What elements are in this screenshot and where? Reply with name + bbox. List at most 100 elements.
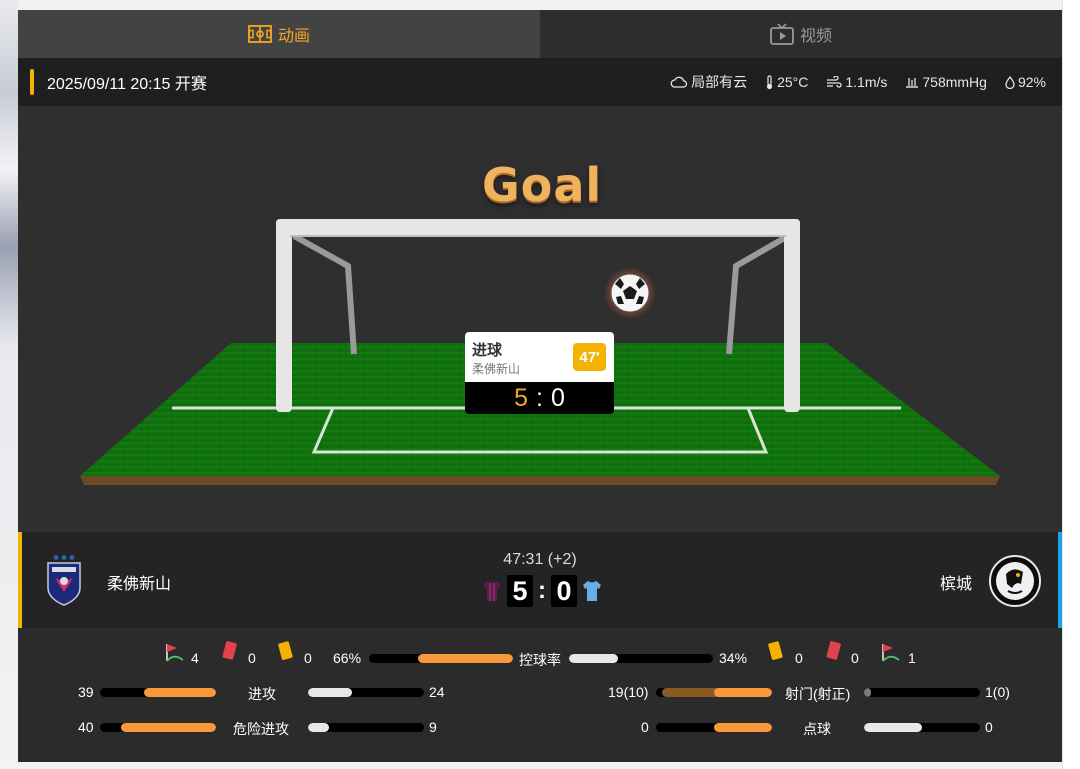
home-attacks-fill xyxy=(144,688,216,697)
home-possession: 66% xyxy=(333,650,362,666)
home-team-logo[interactable] xyxy=(44,554,84,606)
weather-label: 局部有云 xyxy=(691,74,748,90)
goal-back-left xyxy=(292,233,357,355)
pressure-value: 758mmHg xyxy=(922,74,987,90)
shots-label: 射门(射正) xyxy=(785,686,851,702)
humidity: 92% xyxy=(1005,74,1046,90)
pitch-soil-edge xyxy=(80,476,1000,485)
home-shots: 19(10) xyxy=(608,684,649,700)
yellow-card-icon xyxy=(768,641,783,660)
away-dangerous-bar xyxy=(308,723,424,732)
temperature: 25°C xyxy=(765,74,808,90)
away-possession-bar xyxy=(569,654,713,663)
away-attacks-bar xyxy=(308,688,424,697)
tv-icon xyxy=(770,23,794,45)
home-penalties: 0 xyxy=(641,719,649,735)
event-score-separator: : xyxy=(536,383,543,412)
away-possession: 34% xyxy=(719,650,748,666)
home-shots-bar xyxy=(656,688,772,697)
tab-animation[interactable]: 动画 xyxy=(18,10,540,58)
tab-video-label: 视频 xyxy=(799,28,832,45)
away-corners: 1 xyxy=(908,650,916,666)
page-background-right xyxy=(1062,0,1080,769)
goal-banner: Goal xyxy=(482,158,603,212)
yellow-card-icon xyxy=(278,641,293,660)
humidity-value: 92% xyxy=(1017,74,1046,90)
goal-post-left xyxy=(276,219,292,412)
animation-area: Goal 进球 柔佛新山 47' 5 : 0 xyxy=(18,106,1062,532)
corner-flag-icon xyxy=(166,644,184,662)
home-attacks-bar xyxy=(100,688,216,697)
event-team: 柔佛新山 xyxy=(472,362,521,376)
away-attacks: 24 xyxy=(429,684,445,700)
wind-icon xyxy=(827,75,842,88)
away-shots: 1(0) xyxy=(985,684,1010,700)
droplet-icon xyxy=(1005,75,1015,89)
home-score: 5 xyxy=(507,575,533,607)
away-team-logo[interactable] xyxy=(988,554,1042,608)
kickoff-time: 2025/09/11 20:15 开赛 xyxy=(47,76,207,93)
tab-video[interactable]: 视频 xyxy=(540,10,1062,58)
event-away-score: 0 xyxy=(550,383,565,412)
soccer-ball-icon xyxy=(610,273,650,313)
home-possession-bar xyxy=(369,654,513,663)
event-home-score: 5 xyxy=(514,383,529,412)
home-accent xyxy=(18,532,22,628)
home-team-name[interactable]: 柔佛新山 xyxy=(107,570,171,594)
red-card-icon xyxy=(826,641,841,660)
pitch-icon xyxy=(248,25,272,43)
away-dangerous-attacks: 9 xyxy=(429,719,437,735)
match-stats: 4 0 0 66% 控球率 34% 0 0 1 39 进攻 24 19(10) … xyxy=(18,628,1062,762)
home-kit-icon xyxy=(483,581,501,601)
away-score: 0 xyxy=(551,575,577,607)
away-team-name[interactable]: 槟城 xyxy=(940,570,972,594)
home-penalties-bar xyxy=(656,723,772,732)
red-card-icon xyxy=(222,641,237,660)
goal-back-right xyxy=(726,233,790,355)
attacks-label: 进攻 xyxy=(248,686,276,702)
home-dangerous-bar xyxy=(100,723,216,732)
dangerous-attacks-label: 危险进攻 xyxy=(233,721,289,737)
away-penalties-fill xyxy=(864,723,922,732)
scoreboard: 柔佛新山 47:31 (+2) 5 : 0 槟城 xyxy=(18,532,1062,628)
main-score: 5 : 0 xyxy=(482,575,602,607)
weather-info: 局部有云 25°C 1.1m/s 758mmHg 92% xyxy=(670,72,1046,92)
goal-event-card: 进球 柔佛新山 47' 5 : 0 xyxy=(465,332,614,414)
home-red-cards: 0 xyxy=(248,650,256,666)
away-kit-icon xyxy=(583,581,601,601)
event-title: 进球 xyxy=(472,342,503,359)
away-attacks-fill xyxy=(308,688,353,697)
away-dangerous-fill xyxy=(308,723,330,732)
page-background-left xyxy=(0,0,18,769)
home-yellow-cards: 0 xyxy=(304,650,312,666)
away-shots-total-fill xyxy=(864,688,871,697)
goal-crossbar xyxy=(276,219,800,235)
away-accent xyxy=(1058,532,1062,628)
penalties-label: 点球 xyxy=(803,721,831,737)
score-separator: : xyxy=(538,577,546,604)
home-attacks: 39 xyxy=(78,684,94,700)
pressure: 758mmHg xyxy=(905,74,987,90)
home-dangerous-fill xyxy=(121,723,216,732)
event-score: 5 : 0 xyxy=(465,382,614,414)
tab-animation-label: 动画 xyxy=(277,28,310,45)
away-yellow-cards: 0 xyxy=(795,650,803,666)
away-possession-fill xyxy=(569,654,618,663)
home-shots-on-target-fill xyxy=(714,688,772,697)
home-possession-fill xyxy=(417,654,513,663)
home-penalties-fill xyxy=(714,723,772,732)
away-shots-bar xyxy=(864,688,980,697)
match-clock: 47:31 (+2) xyxy=(503,551,577,568)
away-penalties: 0 xyxy=(985,719,993,735)
away-penalties-bar xyxy=(864,723,980,732)
pressure-icon xyxy=(906,78,919,88)
thermometer-icon xyxy=(766,74,773,89)
cloud-icon xyxy=(670,76,688,88)
event-info: 进球 柔佛新山 47' xyxy=(465,332,614,382)
weather-condition: 局部有云 xyxy=(670,72,747,92)
info-accent xyxy=(30,69,34,95)
wind: 1.1m/s xyxy=(826,74,887,90)
corner-flag-icon xyxy=(882,644,900,662)
wind-value: 1.1m/s xyxy=(845,74,888,90)
away-red-cards: 0 xyxy=(851,650,859,666)
